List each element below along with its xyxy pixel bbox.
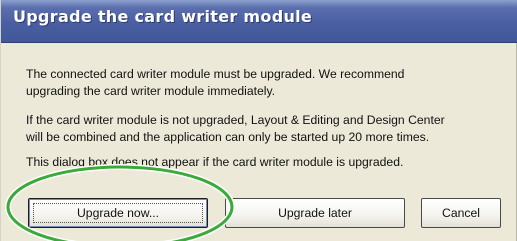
message-line: The connected card writer module must be… <box>26 67 405 81</box>
message-paragraph-1: The connected card writer module must be… <box>26 66 404 100</box>
message-line: will be combined and the application can… <box>26 130 430 144</box>
title-bar: Upgrade the card writer module <box>1 0 517 43</box>
screenshot: Upgrade the card writer module The conne… <box>0 0 517 241</box>
upgrade-dialog: Upgrade the card writer module The conne… <box>0 0 517 241</box>
message-line: upgrading the card writer module immedia… <box>26 84 276 98</box>
upgrade-now-button[interactable]: Upgrade now... <box>28 198 208 228</box>
cancel-label: Cancel <box>442 206 480 220</box>
dialog-title: Upgrade the card writer module <box>13 7 313 26</box>
upgrade-now-label: Upgrade now... <box>77 206 159 220</box>
upgrade-later-button[interactable]: Upgrade later <box>225 198 405 228</box>
message-line: If the card writer module is not upgrade… <box>26 113 445 127</box>
upgrade-later-label: Upgrade later <box>278 206 352 220</box>
message-paragraph-2: If the card writer module is not upgrade… <box>26 112 445 146</box>
message-paragraph-3: This dialog box does not appear if the c… <box>26 154 403 171</box>
message-line: This dialog box does not appear if the c… <box>26 155 404 169</box>
cancel-button[interactable]: Cancel <box>421 198 501 228</box>
